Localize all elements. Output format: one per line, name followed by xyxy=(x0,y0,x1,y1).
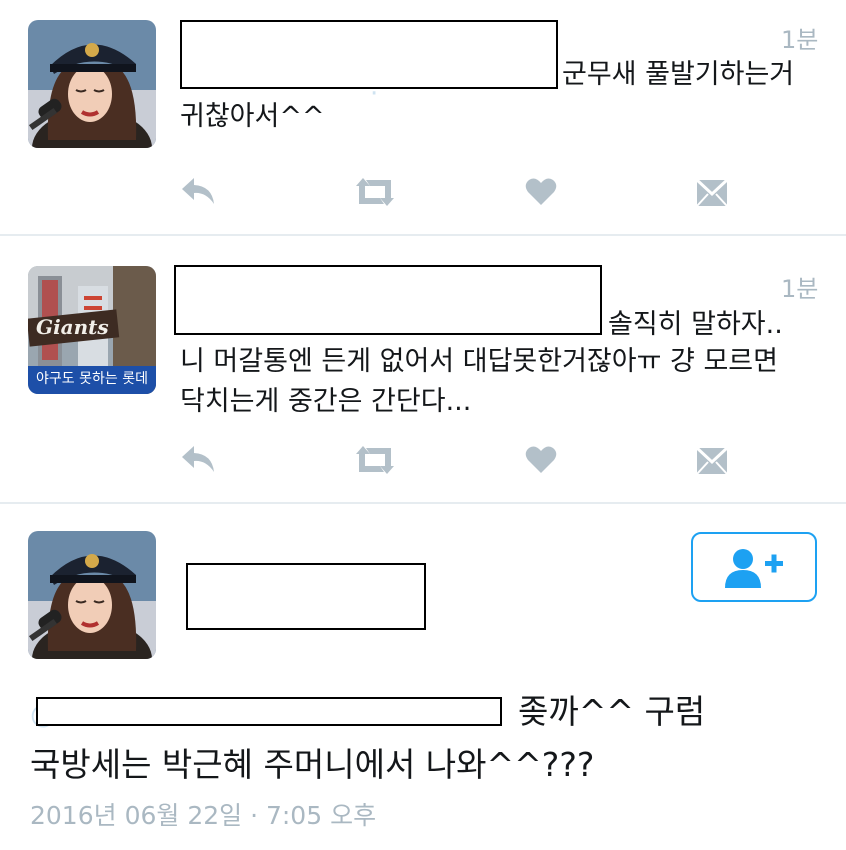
avatar[interactable] xyxy=(28,20,156,148)
tweet-timestamp: 2016년 06월 22일 · 7:05 오후 xyxy=(30,801,377,830)
reply-icon xyxy=(182,178,214,204)
tweet-text-line1: 군무새 풀발기하는거 xyxy=(562,59,795,90)
heart-icon xyxy=(525,446,557,473)
envelope-icon xyxy=(695,178,729,207)
like-button[interactable] xyxy=(525,444,557,478)
tweet-actions xyxy=(0,176,846,216)
avatar[interactable]: Giants 야구도 못하는 롯데 xyxy=(28,266,156,394)
tweet-1[interactable]: · 1분 군무새 풀발기하는거 귀찮아서^^ xyxy=(0,0,846,234)
avatar[interactable] xyxy=(28,531,156,659)
retweet-button[interactable] xyxy=(354,176,396,212)
retweet-icon xyxy=(356,446,394,474)
retweet-button[interactable] xyxy=(354,444,396,480)
avatar-caption: 야구도 못하는 롯데 xyxy=(36,371,148,387)
redacted-box xyxy=(186,563,426,630)
tweet-text-line1: 좆까^^ 구럼 xyxy=(518,692,706,731)
follow-user-icon xyxy=(725,549,783,588)
giants-logo: Giants xyxy=(36,315,109,339)
like-button[interactable] xyxy=(525,176,557,210)
tweet-text-line1: 솔직히 말하자.. xyxy=(608,309,783,340)
tweet-2[interactable]: Giants 야구도 못하는 롯데 · 1분 솔직히 말하자.. 니 머갈통엔 … xyxy=(0,236,846,502)
tweet-time: 1분 xyxy=(781,275,819,303)
tweet-actions xyxy=(0,444,846,484)
reply-icon xyxy=(182,446,214,472)
redacted-box xyxy=(180,20,558,89)
avatar-image xyxy=(28,20,156,148)
tweet-text-line3: 닥치는게 중간은 간단다... xyxy=(180,386,472,417)
follow-button[interactable] xyxy=(691,532,817,602)
heart-icon xyxy=(525,178,557,205)
reply-button[interactable] xyxy=(180,176,216,212)
envelope-icon xyxy=(695,446,729,475)
tweet-text-line2: 귀찮아서^^ xyxy=(180,101,325,132)
reply-button[interactable] xyxy=(180,444,216,480)
retweet-icon xyxy=(356,178,394,206)
avatar-image xyxy=(28,531,156,659)
tweet-text-line2: 국방세는 박근혜 주머니에서 나와^^??? xyxy=(30,745,595,784)
dm-button[interactable] xyxy=(695,176,729,212)
tweet-time: 1분 xyxy=(781,26,819,54)
dm-button[interactable] xyxy=(695,444,729,480)
redacted-box xyxy=(36,697,502,726)
tweet-text-line2: 니 머갈통엔 든게 없어서 대답못한거잖아ㅠ 걍 모르면 xyxy=(180,346,778,377)
redacted-box xyxy=(174,265,602,335)
